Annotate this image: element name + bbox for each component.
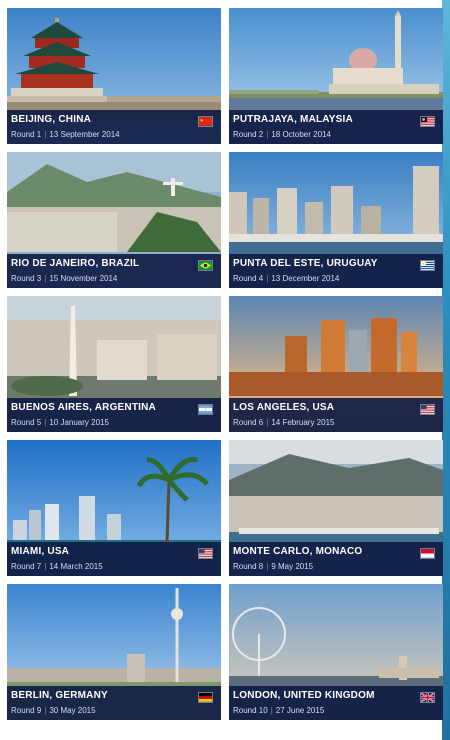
race-caption-bar: BUENOS AIRES, ARGENTINA Round 5 | 10 Janua… [7,398,221,432]
race-round: Round 3 [11,274,42,283]
race-caption-bar: MIAMI, USA Round 7 | 14 March 2015 [7,542,221,576]
race-caption-bar: BERLIN, GERMANY Round 9 | 30 May 2015 [7,686,221,720]
race-card-los-angeles[interactable]: LOS ANGELES, USA Round 6 | 14 February 201… [229,296,443,432]
race-city: LOS ANGELES, USA [233,402,335,413]
separator: | [44,562,47,571]
race-city: PUNTA DEL ESTE, URUGUAY [233,258,378,269]
race-round: Round 1 [11,130,42,139]
separator: | [44,418,47,427]
race-city: PUTRAJAYA, MALAYSIA [233,114,353,125]
monaco-flag-icon [420,548,435,559]
race-card-london[interactable]: LONDON, UNITED KINGDOM Round 10 | 27 June … [229,584,443,720]
separator: | [266,274,269,283]
separator: | [270,706,273,715]
uk-flag-icon [420,692,435,703]
race-caption-bar: RIO DE JANEIRO, BRAZIL Round 3 | 15 Novemb… [7,254,221,288]
race-date: 10 January 2015 [49,418,109,427]
race-caption-bar: MONTE CARLO, MONACO Round 8 | 9 May 2015 [229,542,443,576]
uruguay-flag-icon [420,260,435,271]
race-card-putrajaya[interactable]: PUTRAJAYA, MALAYSIA Round 2 | 18 October 2… [229,8,443,144]
china-flag-icon [198,116,213,127]
race-card-buenos-aires[interactable]: BUENOS AIRES, ARGENTINA Round 5 | 10 Janua… [7,296,221,432]
separator: | [44,130,47,139]
brazil-flag-icon [198,260,213,271]
race-date: 18 October 2014 [271,130,331,139]
race-city: LONDON, UNITED KINGDOM [233,690,375,701]
race-card-punta-del-este[interactable]: PUNTA DEL ESTE, URUGUAY Round 4 | 13 Decem… [229,152,443,288]
race-city: RIO DE JANEIRO, BRAZIL [11,258,140,269]
race-date: 30 May 2015 [49,706,96,715]
race-round: Round 2 [233,130,264,139]
race-caption-bar: BEIJING, CHINA Round 1 | 13 September 2014 [7,110,221,144]
race-date: 27 June 2015 [275,706,325,715]
race-round: Round 10 [233,706,268,715]
race-round: Round 5 [11,418,42,427]
race-card-berlin[interactable]: BERLIN, GERMANY Round 9 | 30 May 2015 [7,584,221,720]
usa-flag-icon [420,404,435,415]
race-city: MIAMI, USA [11,546,70,557]
separator: | [266,130,269,139]
race-date: 13 September 2014 [49,130,120,139]
race-round: Round 9 [11,706,42,715]
race-date: 14 March 2015 [49,562,103,571]
race-caption-bar: PUTRAJAYA, MALAYSIA Round 2 | 18 October 2… [229,110,443,144]
argentina-flag-icon [198,404,213,415]
race-caption-bar: PUNTA DEL ESTE, URUGUAY Round 4 | 13 Decem… [229,254,443,288]
race-date: 14 February 2015 [271,418,335,427]
race-caption-bar: LONDON, UNITED KINGDOM Round 10 | 27 June … [229,686,443,720]
race-city: BUENOS AIRES, ARGENTINA [11,402,156,413]
race-card-beijing[interactable]: BEIJING, CHINA Round 1 | 13 September 2014 [7,8,221,144]
race-date: 13 December 2014 [271,274,340,283]
race-city: BERLIN, GERMANY [11,690,108,701]
separator: | [44,274,47,283]
race-round: Round 7 [11,562,42,571]
race-round: Round 8 [233,562,264,571]
separator: | [44,706,47,715]
race-city: MONTE CARLO, MONACO [233,546,363,557]
race-calendar-grid: BEIJING, CHINA Round 1 | 13 September 2014… [0,0,450,740]
separator: | [266,562,269,571]
race-round: Round 4 [233,274,264,283]
race-round: Round 6 [233,418,264,427]
germany-flag-icon [198,692,213,703]
race-card-rio-de-janeiro[interactable]: RIO DE JANEIRO, BRAZIL Round 3 | 15 Novemb… [7,152,221,288]
race-caption-bar: LOS ANGELES, USA Round 6 | 14 February 201… [229,398,443,432]
race-city: BEIJING, CHINA [11,114,92,125]
race-card-monte-carlo[interactable]: MONTE CARLO, MONACO Round 8 | 9 May 2015 [229,440,443,576]
race-card-miami[interactable]: MIAMI, USA Round 7 | 14 March 2015 [7,440,221,576]
malaysia-flag-icon [420,116,435,127]
usa-flag-icon [198,548,213,559]
race-date: 9 May 2015 [271,562,314,571]
separator: | [266,418,269,427]
race-date: 15 November 2014 [49,274,118,283]
